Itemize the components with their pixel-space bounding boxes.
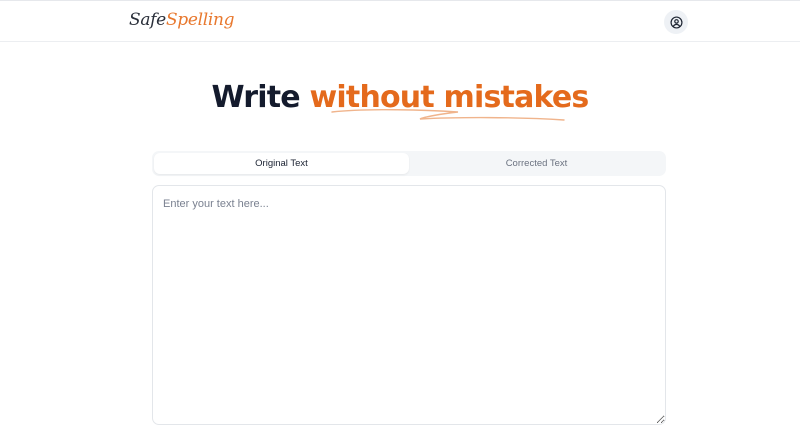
text-view-tabs: Original Text Corrected Text xyxy=(152,151,666,176)
title-plain-text: Write xyxy=(211,80,310,115)
underline-swoosh xyxy=(331,108,565,121)
account-button[interactable] xyxy=(664,10,688,34)
text-input-area[interactable] xyxy=(152,185,666,425)
top-header: Safe Spelling xyxy=(0,0,800,42)
tab-original-text[interactable]: Original Text xyxy=(154,153,409,174)
safespelling-logo[interactable]: Safe Spelling xyxy=(129,10,235,36)
user-circle-icon xyxy=(669,15,683,29)
tab-corrected-text[interactable]: Corrected Text xyxy=(409,153,664,174)
logo-text-spelling: Spelling xyxy=(165,10,235,30)
logo-text-safe: Safe xyxy=(129,10,166,30)
